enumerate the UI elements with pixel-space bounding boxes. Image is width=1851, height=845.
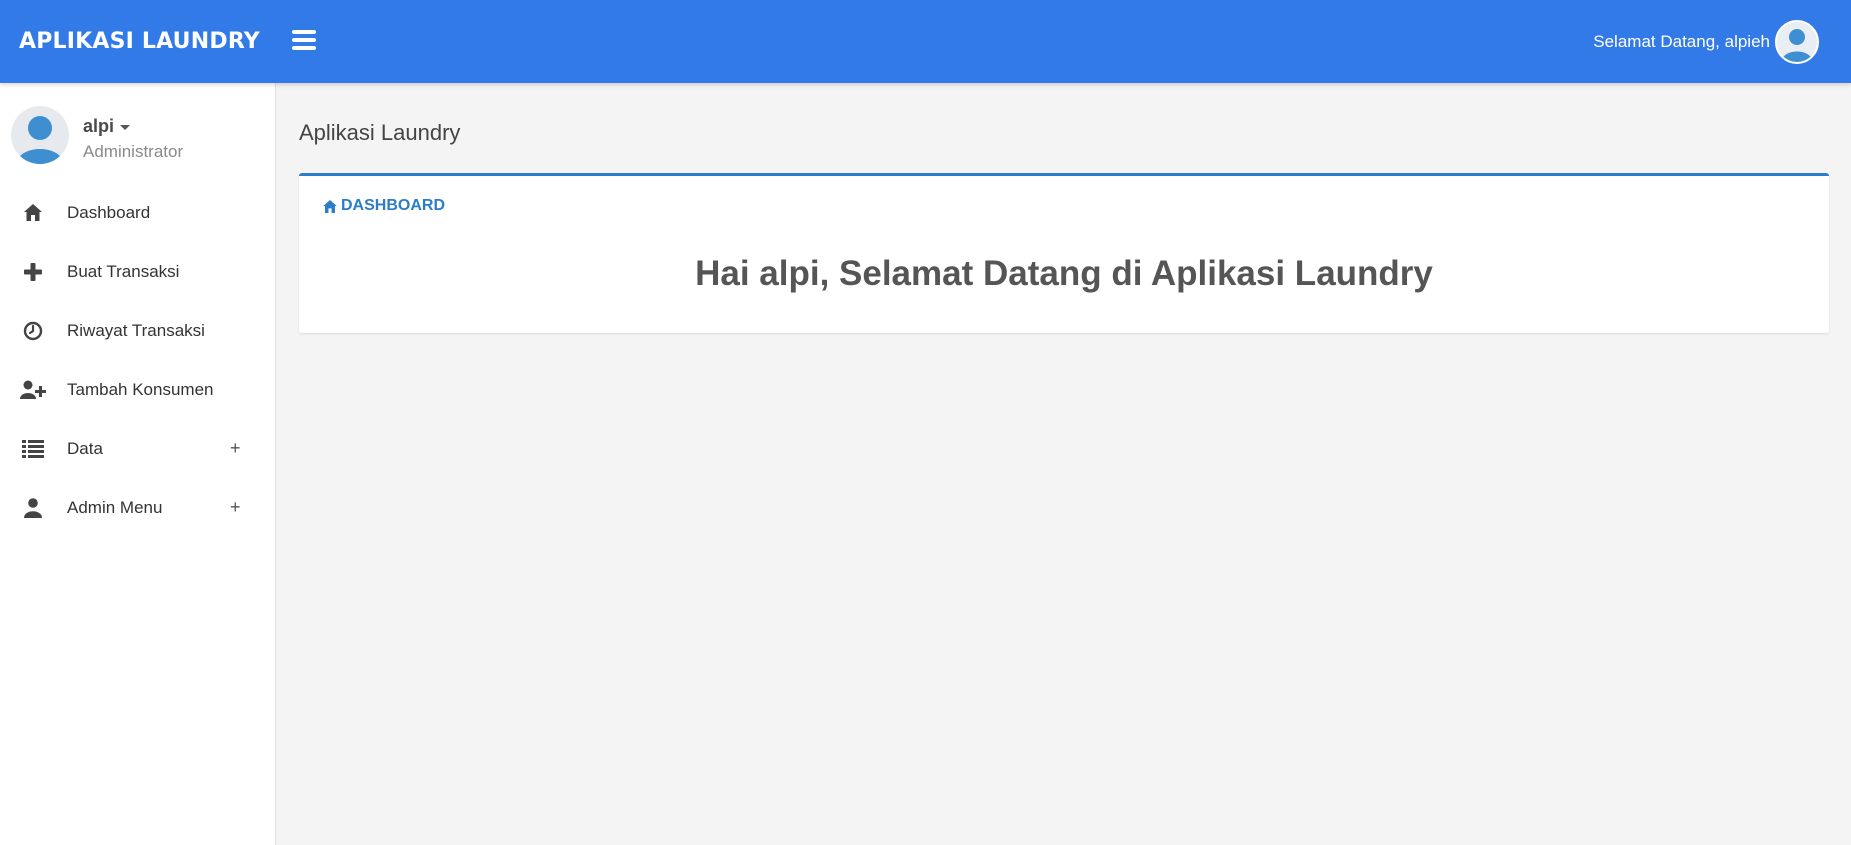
caret-down-icon [120,124,131,130]
main-content: Aplikasi Laundry DASHBOARD Hai alpi, Sel… [276,83,1851,845]
top-navbar: APLIKASI LAUNDRY Selamat Datang, alpieh [0,0,1851,83]
user-avatar-icon[interactable] [1775,20,1819,64]
home-icon [20,200,46,226]
user-name: alpi [83,116,115,136]
sidebar-item-label: Tambah Konsumen [67,379,214,399]
sidebar-item-data[interactable]: Data + [0,419,275,478]
sidebar-item-label: Riwayat Transaksi [67,320,205,340]
user-menu[interactable]: Selamat Datang, alpieh [1593,20,1819,64]
sidebar-item-label: Data [67,438,103,458]
hamburger-icon[interactable] [292,30,316,51]
sidebar-item-admin-menu[interactable]: Admin Menu + [0,478,275,537]
avatar [11,106,69,164]
user-panel: alpi Administrator [0,83,275,183]
expand-icon[interactable]: + [230,438,241,459]
sidebar: alpi Administrator Dashboard Buat Transa… [0,83,276,845]
plus-icon [20,259,46,285]
expand-icon[interactable]: + [230,497,241,518]
user-icon [20,495,46,521]
sidebar-item-label: Buat Transaksi [67,261,180,281]
clock-icon [20,318,46,344]
sidebar-item-tambah-konsumen[interactable]: Tambah Konsumen [0,360,275,419]
greeting-text: Selamat Datang, alpieh [1593,32,1770,51]
page-title: Aplikasi Laundry [299,120,461,145]
sidebar-item-label: Dashboard [67,202,151,222]
sidebar-menu: Dashboard Buat Transaksi Riwayat Transak… [0,183,275,537]
dashboard-box: DASHBOARD Hai alpi, Selamat Datang di Ap… [299,173,1829,333]
app-brand[interactable]: APLIKASI LAUNDRY [19,29,260,54]
list-icon [20,436,46,462]
user-role: Administrator [83,142,184,161]
sidebar-item-dashboard[interactable]: Dashboard [0,183,275,242]
user-plus-icon [20,377,46,403]
box-header-title: DASHBOARD [341,197,445,214]
sidebar-item-riwayat-transaksi[interactable]: Riwayat Transaksi [0,301,275,360]
sidebar-item-buat-transaksi[interactable]: Buat Transaksi [0,242,275,301]
home-icon [323,199,337,213]
sidebar-item-label: Admin Menu [67,497,163,517]
welcome-heading: Hai alpi, Selamat Datang di Aplikasi Lau… [695,254,1433,293]
box-header: DASHBOARD [323,197,445,215]
user-name-dropdown[interactable]: alpi [83,116,131,137]
